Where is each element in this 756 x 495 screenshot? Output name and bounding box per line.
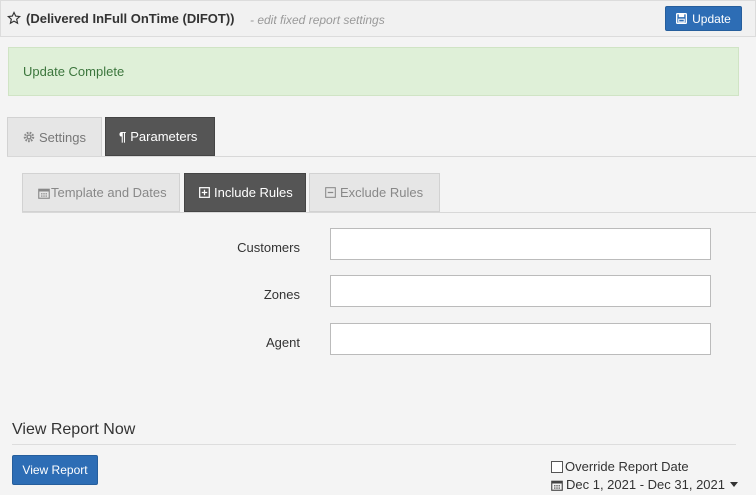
subtab-divider <box>22 212 756 213</box>
update-button-label: Update <box>692 11 731 26</box>
view-report-button-label: View Report <box>22 463 88 477</box>
report-header: (Delivered InFull OnTime (DIFOT)) - edit… <box>0 0 756 37</box>
customers-input[interactable] <box>330 228 711 260</box>
view-report-button[interactable]: View Report <box>12 455 98 485</box>
calendar-icon <box>38 188 50 199</box>
zones-label: Zones <box>263 287 300 302</box>
agent-label: Agent <box>266 335 300 350</box>
view-report-divider <box>12 444 736 445</box>
tab-settings[interactable]: Settings <box>7 117 102 156</box>
tab-include-label: Include Rules <box>214 185 293 200</box>
tab-template-label: Template and Dates <box>51 185 167 200</box>
calendar-icon <box>551 480 563 491</box>
tab-parameters[interactable]: ¶ Parameters <box>105 117 215 156</box>
date-range-text: Dec 1, 2021 - Dec 31, 2021 <box>566 477 725 492</box>
save-icon <box>676 13 688 24</box>
override-label: Override Report Date <box>565 459 689 474</box>
tab-parameters-label: Parameters <box>130 129 198 144</box>
chevron-down-icon <box>730 482 738 487</box>
minus-square-icon <box>325 187 336 198</box>
gear-icon <box>23 131 35 143</box>
page-subtitle: - edit fixed report settings <box>250 13 385 27</box>
override-checkbox[interactable] <box>551 460 563 473</box>
tab-settings-label: Settings <box>39 129 86 145</box>
page-title: (Delivered InFull OnTime (DIFOT)) <box>26 11 235 26</box>
tab-template-and-dates[interactable]: Template and Dates <box>22 173 180 212</box>
customers-label: Customers <box>237 240 300 255</box>
alert-message: Update Complete <box>23 64 125 79</box>
plus-square-icon <box>199 187 210 198</box>
success-alert: Update Complete <box>8 47 739 96</box>
agent-input[interactable] <box>330 323 711 355</box>
tab-exclude-rules[interactable]: Exclude Rules <box>309 173 440 212</box>
tab-include-rules[interactable]: Include Rules <box>184 173 306 212</box>
update-button[interactable]: Update <box>665 6 742 31</box>
tab-exclude-label: Exclude Rules <box>340 185 424 200</box>
paragraph-icon: ¶ <box>119 129 127 144</box>
view-report-heading: View Report Now <box>12 421 136 438</box>
star-icon[interactable] <box>7 11 21 25</box>
tab-divider <box>7 156 756 157</box>
override-report-date[interactable]: Override Report Date <box>551 459 689 474</box>
zones-input[interactable] <box>330 275 711 307</box>
date-range-picker[interactable]: Dec 1, 2021 - Dec 31, 2021 <box>551 477 738 492</box>
